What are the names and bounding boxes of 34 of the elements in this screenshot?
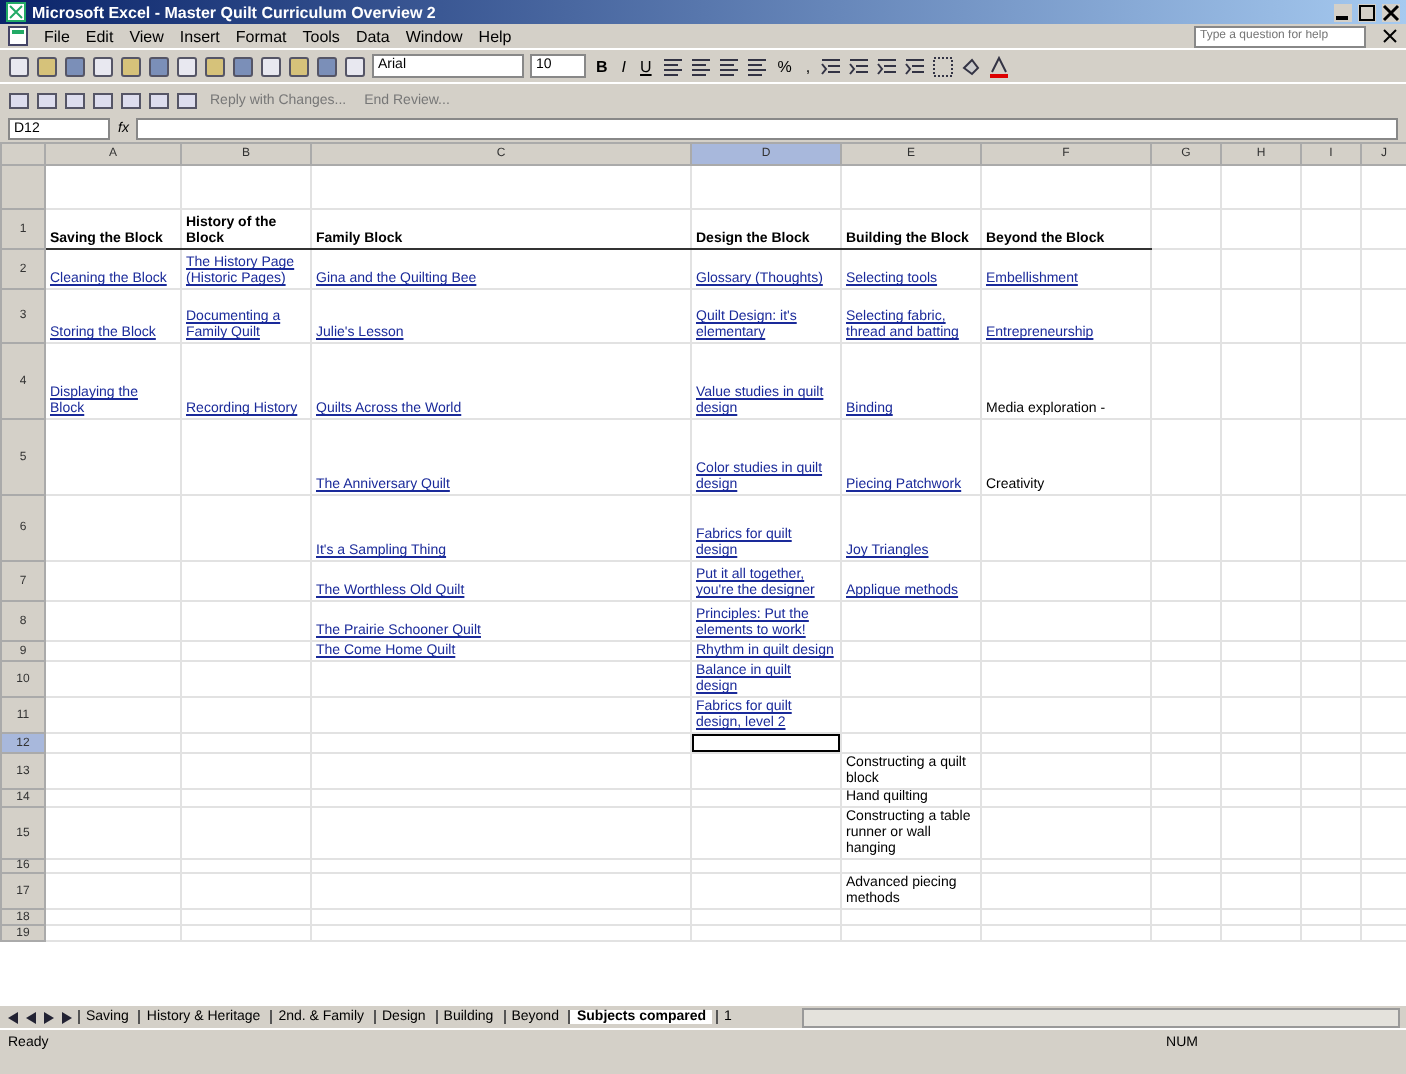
menu-item[interactable]: Format [235, 27, 287, 45]
format-button[interactable]: U [636, 54, 656, 78]
indent-icon[interactable] [820, 55, 843, 77]
borders-icon[interactable] [932, 55, 955, 77]
number-format-button[interactable]: % [773, 54, 796, 78]
indent-icon[interactable] [848, 55, 871, 77]
align-icon[interactable] [745, 55, 768, 77]
align-icon[interactable] [661, 55, 684, 77]
menu-item[interactable]: Edit [85, 27, 114, 45]
menu-item[interactable]: File [44, 27, 70, 45]
indent-icon[interactable] [876, 55, 899, 77]
workbook-icon[interactable] [8, 26, 28, 46]
indent-icon[interactable] [904, 55, 927, 77]
horizontal-scrollbar[interactable] [801, 1007, 1400, 1027]
align-icon[interactable] [717, 55, 740, 77]
menu-item[interactable]: Help [478, 27, 512, 45]
font-color-icon[interactable] [988, 55, 1011, 77]
menu-item[interactable]: Tools [302, 27, 340, 45]
menu-item[interactable]: Window [405, 27, 463, 45]
close-icon[interactable] [1382, 3, 1400, 21]
format-button[interactable]: I [617, 54, 631, 78]
minimize-icon[interactable] [1334, 3, 1352, 21]
spreadsheet-icon [6, 2, 26, 22]
number-format-button[interactable]: , [801, 54, 815, 78]
window-title: Microsoft Excel - Master Quilt Curriculum Overview 2 [32, 3, 436, 21]
menu-item[interactable]: Data [355, 27, 390, 45]
maximize-icon[interactable] [1358, 3, 1376, 21]
align-icon[interactable] [689, 55, 712, 77]
formula-field[interactable] [136, 118, 1398, 140]
menu-item[interactable]: View [129, 27, 164, 45]
close-icon[interactable] [1382, 28, 1398, 44]
menu-item[interactable]: Insert [179, 27, 220, 45]
fill-color-icon[interactable] [960, 55, 983, 77]
format-button[interactable]: B [592, 54, 612, 78]
